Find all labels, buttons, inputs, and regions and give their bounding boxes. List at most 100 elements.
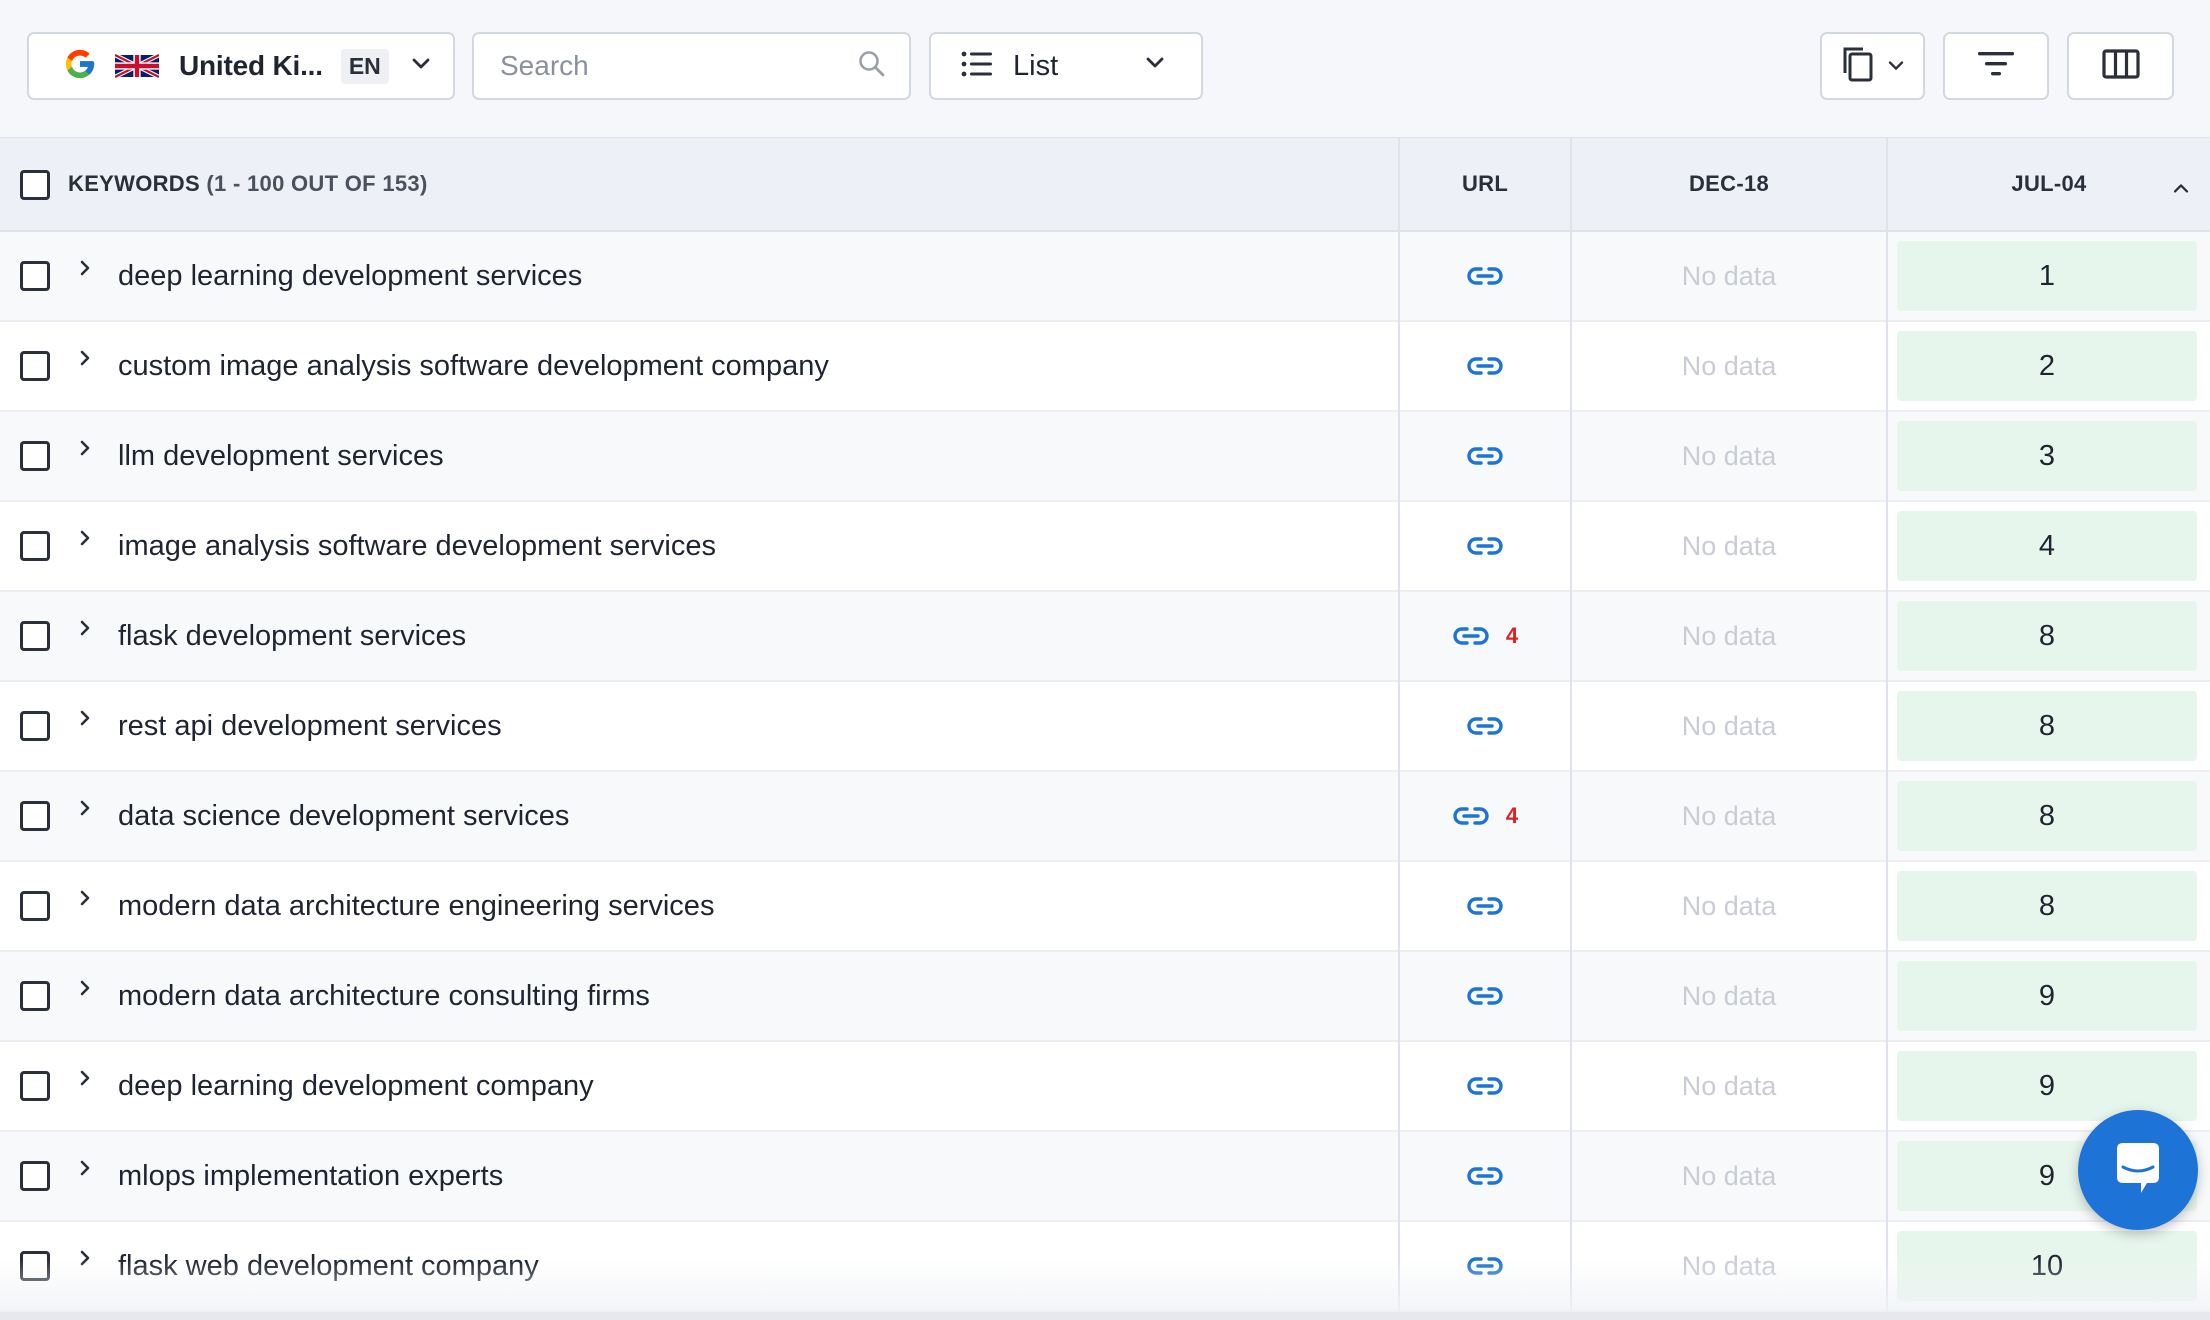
table-row[interactable]: deep learning development company No data… [0,1042,2210,1132]
url-cell[interactable] [1400,952,1570,1040]
keyword-text[interactable]: image analysis software development serv… [118,530,716,563]
jul-04-position-cell[interactable]: 8 [1897,781,2197,851]
expand-chevron-icon[interactable] [78,798,92,818]
expand-chevron-icon[interactable] [78,1158,92,1178]
filter-button[interactable] [1943,32,2049,100]
keyword-text[interactable]: rest api development services [118,710,502,743]
expand-chevron-icon[interactable] [78,888,92,908]
url-cell[interactable] [1400,412,1570,500]
horizontal-scrollbar[interactable] [0,1312,2210,1320]
search-input[interactable]: Search [472,32,911,100]
keyword-text[interactable]: mlops implementation experts [118,1160,503,1193]
link-icon[interactable] [1466,985,1504,1007]
row-checkbox[interactable] [20,711,50,741]
table-row[interactable]: deep learning development services No dat… [0,232,2210,322]
copy-button[interactable] [1820,32,1925,100]
link-icon[interactable] [1466,1255,1504,1277]
sort-ascending-icon[interactable] [2172,174,2190,200]
keyword-text[interactable]: flask development services [118,620,466,653]
view-mode-dropdown[interactable]: List [929,32,1203,100]
link-icon[interactable] [1466,445,1504,467]
jul-04-position-cell[interactable]: 2 [1897,331,2197,401]
table-row[interactable]: flask web development company No data 10 [0,1222,2210,1312]
keyword-text[interactable]: deep learning development services [118,260,582,293]
link-icon[interactable] [1452,805,1490,827]
row-checkbox[interactable] [20,1161,50,1191]
table-row[interactable]: llm development services No data 3 [0,412,2210,502]
row-checkbox[interactable] [20,441,50,471]
table-row[interactable]: custom image analysis software developme… [0,322,2210,412]
columns-button[interactable] [2067,32,2174,100]
chat-support-button[interactable] [2078,1110,2198,1230]
url-cell[interactable] [1400,502,1570,590]
keyword-text[interactable]: custom image analysis software developme… [118,350,829,383]
row-checkbox[interactable] [20,891,50,921]
expand-chevron-icon[interactable] [78,258,92,278]
url-cell[interactable] [1400,322,1570,410]
expand-chevron-icon[interactable] [78,708,92,728]
table-row[interactable]: mlops implementation experts No data 9 [0,1132,2210,1222]
link-icon[interactable] [1466,895,1504,917]
row-checkbox[interactable] [20,981,50,1011]
expand-chevron-icon[interactable] [78,1068,92,1088]
link-icon[interactable] [1466,535,1504,557]
row-checkbox[interactable] [20,801,50,831]
expand-chevron-icon[interactable] [78,1248,92,1268]
table-row[interactable]: flask development services 4 No data 8 [0,592,2210,682]
url-cell[interactable] [1400,862,1570,950]
table-row[interactable]: image analysis software development serv… [0,502,2210,592]
link-icon[interactable] [1466,1075,1504,1097]
table-row[interactable]: modern data architecture consulting firm… [0,952,2210,1042]
table-row[interactable]: rest api development services No data 8 [0,682,2210,772]
url-cell[interactable] [1400,232,1570,320]
expand-chevron-icon[interactable] [78,528,92,548]
url-cell[interactable] [1400,1042,1570,1130]
jul-04-position-cell[interactable]: 9 [1897,1051,2197,1121]
table-row[interactable]: data science development services 4 No dat… [0,772,2210,862]
expand-chevron-icon[interactable] [78,618,92,638]
table-row[interactable]: modern data architecture engineering ser… [0,862,2210,952]
row-checkbox[interactable] [20,531,50,561]
keyword-text[interactable]: modern data architecture engineering ser… [118,890,714,923]
url-cell[interactable]: 4 [1400,592,1570,680]
link-icon[interactable] [1466,1165,1504,1187]
url-cell[interactable] [1400,682,1570,770]
expand-chevron-icon[interactable] [78,348,92,368]
jul-04-position-cell[interactable]: 9 [1897,961,2197,1031]
row-checkbox[interactable] [20,621,50,651]
expand-chevron-icon[interactable] [78,978,92,998]
link-icon[interactable] [1466,355,1504,377]
jul-04-position-cell[interactable]: 3 [1897,421,2197,491]
dec-18-cell: No data [1681,350,1777,381]
keyword-text[interactable]: llm development services [118,440,444,473]
region-selector[interactable]: United Ki... EN [27,32,455,100]
jul-04-column-header[interactable]: JUL-04 [1888,138,2210,230]
url-cell[interactable] [1400,1222,1570,1310]
keyword-text[interactable]: deep learning development company [118,1070,594,1103]
link-icon[interactable] [1452,625,1490,647]
dec-18-cell: No data [1681,980,1777,1011]
dec-18-column-header[interactable]: DEC-18 [1572,138,1886,230]
url-cell[interactable]: 4 [1400,772,1570,860]
select-all-checkbox[interactable] [20,170,50,200]
url-column-header[interactable]: URL [1400,138,1570,230]
google-g-icon [63,47,97,86]
jul-04-position-cell[interactable]: 8 [1897,691,2197,761]
link-icon[interactable] [1466,265,1504,287]
row-checkbox[interactable] [20,351,50,381]
keyword-text[interactable]: modern data architecture consulting firm… [118,980,650,1013]
jul-04-position-cell[interactable]: 10 [1897,1231,2197,1301]
row-checkbox[interactable] [20,1251,50,1281]
keyword-text[interactable]: flask web development company [118,1250,539,1283]
dec-18-cell: No data [1681,1250,1777,1281]
jul-04-position-cell[interactable]: 8 [1897,601,2197,671]
expand-chevron-icon[interactable] [78,438,92,458]
jul-04-position-cell[interactable]: 4 [1897,511,2197,581]
link-icon[interactable] [1466,715,1504,737]
jul-04-position-cell[interactable]: 8 [1897,871,2197,941]
row-checkbox[interactable] [20,1071,50,1101]
jul-04-position-cell[interactable]: 1 [1897,241,2197,311]
keyword-text[interactable]: data science development services [118,800,569,833]
url-cell[interactable] [1400,1132,1570,1220]
row-checkbox[interactable] [20,261,50,291]
